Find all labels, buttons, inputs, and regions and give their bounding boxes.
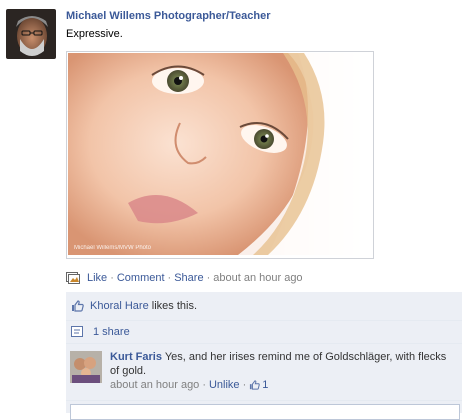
comment-like-count-text: 1 <box>262 379 269 391</box>
author-avatar-image <box>6 9 56 59</box>
photo-watermark: Michael Willems/MVW Photo <box>74 245 152 251</box>
shares-row[interactable]: 1 share <box>66 321 462 344</box>
liker-name-link[interactable]: Khoral Hare <box>90 300 149 312</box>
comment-like-count[interactable]: 1 <box>249 379 268 391</box>
post-message: Expressive. <box>66 28 123 40</box>
author-avatar[interactable] <box>6 9 56 59</box>
feedback-box: Khoral Hare likes this. 1 share Kurt Far… <box>66 292 462 420</box>
comment-input-row <box>66 402 462 420</box>
shares-count-link[interactable]: 1 share <box>93 326 130 338</box>
photo-attachment-icon <box>66 272 80 284</box>
comment-link[interactable]: Comment <box>117 272 165 284</box>
separator: · <box>110 272 114 284</box>
post-author-link[interactable]: Michael Willems Photographer/Teacher <box>66 10 270 22</box>
thumbs-up-icon <box>249 380 260 390</box>
likes-row: Khoral Hare likes this. <box>66 292 462 321</box>
like-link[interactable]: Like <box>87 272 107 284</box>
post-action-bar: Like · Comment · Share · about an hour a… <box>66 272 303 284</box>
portrait-photo: Michael Willems/MVW Photo <box>68 53 372 255</box>
post-timestamp[interactable]: about an hour ago <box>213 272 302 284</box>
thumbs-up-icon <box>71 300 84 312</box>
unlike-link[interactable]: Unlike <box>209 379 240 391</box>
likes-text: likes this. <box>151 300 198 312</box>
write-comment-input[interactable] <box>70 404 460 420</box>
separator: · <box>202 379 206 391</box>
comment-timestamp[interactable]: about an hour ago <box>110 379 199 391</box>
commenter-name-link[interactable]: Kurt Faris <box>110 351 162 363</box>
comment-row: Kurt Faris Yes, and her irises remind me… <box>66 344 462 401</box>
separator: · <box>206 272 211 284</box>
commenter-avatar[interactable] <box>70 351 102 383</box>
comment-meta: about an hour ago · Unlike · 1 <box>110 379 268 391</box>
share-icon <box>71 326 84 338</box>
comment-body: Kurt Faris Yes, and her irises remind me… <box>110 350 450 378</box>
post-photo[interactable]: Michael Willems/MVW Photo <box>66 51 374 259</box>
share-link[interactable]: Share <box>174 272 203 284</box>
separator: · <box>167 272 172 284</box>
separator: · <box>242 379 247 391</box>
